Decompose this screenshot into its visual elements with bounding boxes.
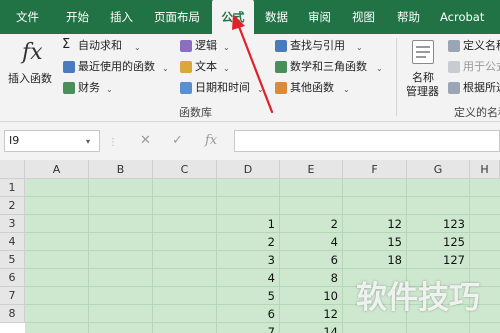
chevron-down-icon: ⌄ [223, 64, 230, 73]
cell-g4[interactable]: 125 [406, 233, 469, 251]
watermark-text: 软件技巧 [356, 280, 480, 316]
cell-f3[interactable]: 12 [342, 215, 406, 233]
tab-data[interactable]: 数据 [265, 0, 288, 34]
column-header-a[interactable]: A [25, 160, 89, 179]
define-name-label: 定义名称 [463, 39, 500, 52]
cell-e6[interactable]: 8 [279, 269, 342, 287]
tab-view[interactable]: 视图 [352, 0, 375, 34]
row-header-6[interactable]: 6 [0, 269, 25, 287]
row-header-4[interactable]: 4 [0, 233, 25, 251]
row-header-8[interactable]: 8 [0, 305, 25, 323]
tab-home[interactable]: 开始 [66, 0, 89, 34]
tab-file[interactable]: 文件 [16, 0, 39, 34]
column-header-g[interactable]: G [407, 160, 470, 179]
fx-icon: fx [22, 40, 43, 65]
more-functions-label: 其他函数 [290, 81, 334, 94]
name-manager-label-line2: 管理器 [406, 85, 439, 98]
chevron-down-icon: ⌄ [162, 64, 169, 73]
cell-g5[interactable]: 127 [406, 251, 469, 269]
autosum-label: 自动求和 [78, 39, 122, 52]
chevron-down-icon: ⌄ [376, 64, 383, 73]
chevron-down-icon: ⌄ [106, 85, 113, 94]
cell-d4[interactable]: 2 [216, 233, 279, 251]
use-in-formula-icon [448, 61, 460, 73]
chevron-down-icon: ⌄ [343, 85, 350, 94]
recent-functions-icon [63, 61, 75, 73]
more-options-icon: ⋮ [108, 137, 118, 148]
cell-d8[interactable]: 6 [216, 305, 279, 323]
cancel-icon[interactable]: ✕ [140, 133, 151, 149]
cell-d6[interactable]: 4 [216, 269, 279, 287]
chevron-down-icon[interactable]: ▾ [86, 137, 90, 146]
fx-insert-icon[interactable]: fx [205, 133, 217, 149]
group-divider [396, 38, 397, 116]
cell-e8[interactable]: 12 [279, 305, 342, 323]
chevron-down-icon: ⌄ [134, 43, 141, 52]
logical-label: 逻辑 [195, 39, 217, 52]
math-trig-label: 数学和三角函数 [290, 60, 367, 73]
recently-used-label: 最近使用的函数 [78, 60, 155, 73]
row-header-2[interactable]: 2 [0, 197, 25, 215]
chevron-down-icon: ⌄ [356, 43, 363, 52]
text-icon [180, 61, 192, 73]
lookup-reference-label: 查找与引用 [290, 39, 345, 52]
cell-e9[interactable]: 14 [279, 323, 342, 333]
row-header-3[interactable]: 3 [0, 215, 25, 233]
logical-icon [180, 40, 192, 52]
math-trig-icon [275, 61, 287, 73]
text-label: 文本 [195, 60, 217, 73]
cell-e4[interactable]: 4 [279, 233, 342, 251]
cell-g3[interactable]: 123 [406, 215, 469, 233]
chevron-down-icon: ⌄ [223, 43, 230, 52]
more-functions-icon [275, 82, 287, 94]
insert-function-label: 插入函数 [8, 72, 52, 85]
cell-e3[interactable]: 2 [279, 215, 342, 233]
lookup-icon [275, 40, 287, 52]
column-header-e[interactable]: E [280, 160, 343, 179]
cell-e7[interactable]: 10 [279, 287, 342, 305]
cell-e5[interactable]: 6 [279, 251, 342, 269]
name-manager-icon [412, 40, 434, 64]
cell-f5[interactable]: 18 [342, 251, 406, 269]
row-header-7[interactable]: 7 [0, 287, 25, 305]
create-from-selection-icon [448, 82, 460, 94]
tab-insert[interactable]: 插入 [110, 0, 133, 34]
row-header-5[interactable]: 5 [0, 251, 25, 269]
ribbon-tab-bar: 文件 开始 插入 页面布局 公式 数据 审阅 视图 帮助 Acrobat [0, 0, 500, 35]
formulas-ribbon: fx 插入函数 Σ 自动求和 ⌄ 最近使用的函数 ⌄ 财务 ⌄ 逻辑 ⌄ 文本 … [0, 34, 500, 122]
tab-acrobat[interactable]: Acrobat [440, 0, 484, 34]
name-manager-label-line1: 名称 [412, 71, 434, 84]
cell-d3[interactable]: 1 [216, 215, 279, 233]
calendar-icon [180, 82, 192, 94]
tab-formulas[interactable]: 公式 [212, 0, 254, 35]
chevron-down-icon: ⌄ [257, 85, 264, 94]
tab-review[interactable]: 审阅 [308, 0, 331, 34]
cell-f4[interactable]: 15 [342, 233, 406, 251]
financial-label: 财务 [78, 81, 100, 94]
financial-icon [63, 82, 75, 94]
sigma-icon: Σ [62, 37, 71, 52]
defined-names-group-label: 定义的名称 [454, 106, 500, 119]
use-in-formula-label: 用于公式 [463, 60, 500, 73]
create-from-selection-label: 根据所选 [463, 81, 500, 94]
row-header-1[interactable]: 1 [0, 179, 25, 197]
cell-d9[interactable]: 7 [216, 323, 279, 333]
column-header-c[interactable]: C [153, 160, 217, 179]
cell-d7[interactable]: 5 [216, 287, 279, 305]
column-header-h[interactable]: H [470, 160, 500, 179]
enter-icon[interactable]: ✓ [172, 133, 183, 149]
column-header-f[interactable]: F [343, 160, 407, 179]
tab-help[interactable]: 帮助 [397, 0, 420, 34]
cell-d5[interactable]: 3 [216, 251, 279, 269]
formula-input[interactable] [234, 130, 500, 152]
formula-bar: I9 ▾ ⋮ ✕ ✓ fx [0, 122, 500, 160]
date-time-label: 日期和时间 [195, 81, 250, 94]
select-all-corner[interactable] [0, 160, 25, 179]
column-header-d[interactable]: D [217, 160, 280, 179]
column-header-b[interactable]: B [89, 160, 153, 179]
tag-icon [448, 40, 460, 52]
tab-page-layout[interactable]: 页面布局 [154, 0, 200, 34]
function-library-group-label: 函数库 [179, 106, 212, 119]
